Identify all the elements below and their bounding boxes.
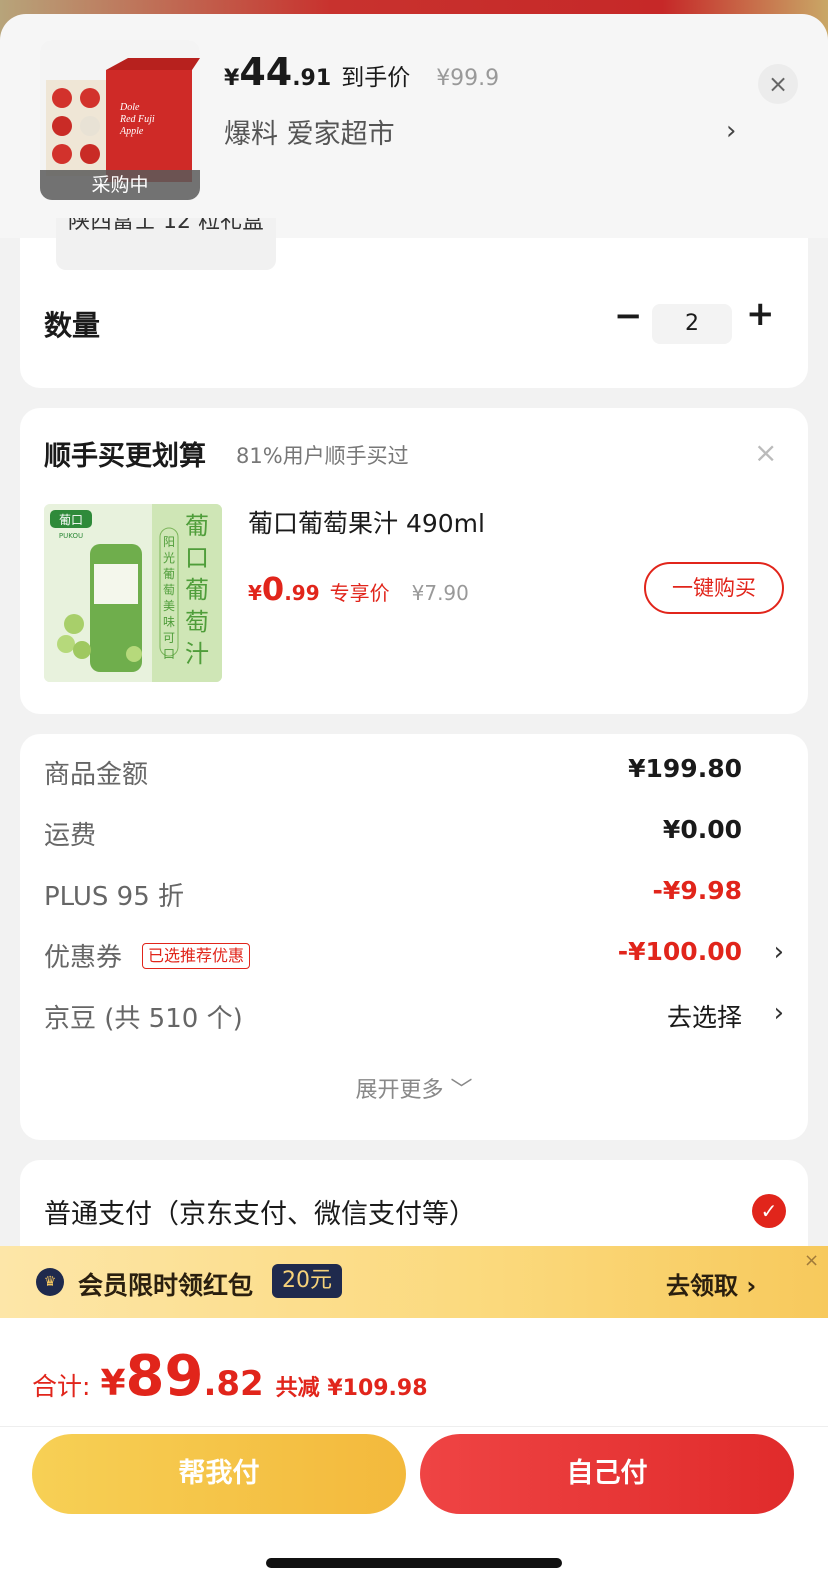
summary-label: 商品金额 — [44, 760, 149, 790]
member-banner-text: 会员限时领红包 — [78, 1271, 254, 1300]
summary-label: PLUS 95 折 — [44, 882, 185, 912]
purchasing-badge: 采购中 — [40, 170, 200, 200]
pay-myself-button[interactable]: 自己付 — [420, 1434, 794, 1514]
price-decimal: .91 — [292, 66, 332, 91]
claim-button[interactable]: 去领取 › — [666, 1266, 756, 1301]
expand-more-button[interactable]: 展开更多 ﹀ — [20, 1072, 808, 1104]
chevron-right-icon[interactable]: › — [726, 116, 736, 146]
close-button[interactable]: × — [758, 64, 798, 104]
addon-original-price: ¥7.90 — [411, 581, 469, 605]
summary-row-subtotal: 商品金额 ¥199.80 — [44, 754, 784, 794]
svg-text:萄: 萄 — [185, 608, 209, 636]
svg-text:Dole: Dole — [119, 102, 140, 113]
total-line: 合计: ¥ 89 .82 共减 ¥109.98 — [32, 1344, 428, 1409]
svg-text:Apple: Apple — [119, 126, 144, 137]
crown-icon: ♛ — [36, 1268, 64, 1296]
price-line: ¥ 44 .91 到手价 ¥99.9 — [224, 50, 499, 94]
checkout-bar: 合计: ¥ 89 .82 共减 ¥109.98 帮我付 自己付 — [0, 1318, 828, 1593]
help-me-pay-button[interactable]: 帮我付 — [32, 1434, 406, 1514]
summary-label: 京豆 (共 510 个) — [44, 1004, 243, 1034]
svg-text:光: 光 — [163, 551, 175, 565]
summary-row-plus-discount: PLUS 95 折 -¥9.98 — [44, 876, 784, 916]
summary-value: ¥0.00 — [662, 815, 742, 844]
order-summary-card: 商品金额 ¥199.80 运费 ¥0.00 PLUS 95 折 -¥9.98 优… — [20, 734, 808, 1140]
addon-card: 顺手买更划算 81%用户顺手买过 × 葡口 PUKOU 葡 口 葡 萄 汁 阳 … — [20, 408, 808, 714]
svg-text:萄: 萄 — [163, 583, 175, 597]
addon-price-decimal: .99 — [284, 581, 320, 605]
banner-close-icon[interactable]: × — [804, 1250, 819, 1271]
store-name[interactable]: 爆料 爱家超市 — [224, 112, 395, 151]
svg-text:阳: 阳 — [163, 535, 175, 549]
original-price: ¥99.9 — [436, 66, 500, 91]
one-click-buy-button[interactable]: 一键购买 — [644, 562, 784, 614]
total-label: 合计: — [32, 1372, 91, 1401]
member-banner[interactable]: ♛ 会员限时领红包 20元 去领取 › × — [0, 1246, 828, 1318]
variant-chip[interactable]: 陕西富士 12 粒礼盒 — [56, 218, 276, 270]
addon-image-brand-en-text: PUKOU — [59, 532, 83, 540]
addon-product-image[interactable]: 葡口 PUKOU 葡 口 葡 萄 汁 阳 光 葡 萄 美 味 可 口 — [44, 504, 222, 682]
svg-text:葡: 葡 — [185, 576, 209, 604]
red-packet-amount-badge: 20元 — [272, 1264, 342, 1298]
quantity-decrease-button[interactable]: − — [614, 296, 643, 336]
total-saved: 共减 ¥109.98 — [275, 1376, 428, 1401]
summary-label: 优惠券 — [44, 943, 123, 973]
chevron-right-icon[interactable]: › — [774, 998, 784, 1028]
addon-subtitle: 81%用户顺手买过 — [236, 444, 409, 468]
summary-value: -¥100.00 — [617, 937, 742, 966]
quantity-card: 陕西富士 12 粒礼盒 数量 − 2 + — [20, 218, 808, 388]
svg-text:可: 可 — [163, 631, 175, 645]
price-integer: 44 — [239, 50, 293, 94]
addon-product-name[interactable]: 葡口葡萄果汁 490ml — [248, 504, 485, 540]
svg-text:味: 味 — [163, 615, 175, 629]
addon-price-line: ¥ 0 .99 专享价 ¥7.90 — [248, 570, 469, 608]
chevron-right-icon[interactable]: › — [774, 937, 784, 967]
final-price-label: 到手价 — [341, 65, 411, 91]
quantity-label: 数量 — [44, 309, 101, 342]
total-integer: 89 — [125, 1344, 204, 1409]
divider — [0, 1426, 828, 1427]
addon-close-icon[interactable]: × — [754, 436, 777, 469]
coupon-tag: 已选推荐优惠 — [142, 943, 251, 969]
home-indicator[interactable] — [266, 1558, 562, 1568]
total-currency: ¥ — [100, 1363, 126, 1404]
addon-price-currency: ¥ — [248, 581, 262, 605]
summary-row-shipping: 运费 ¥0.00 — [44, 815, 784, 855]
addon-title: 顺手买更划算 — [44, 441, 206, 472]
summary-row-coupon[interactable]: 优惠券 已选推荐优惠 -¥100.00 › — [44, 937, 784, 977]
svg-text:口: 口 — [185, 544, 209, 572]
svg-text:口: 口 — [163, 647, 175, 661]
quantity-input[interactable]: 2 — [652, 304, 732, 344]
addon-price-label: 专享价 — [329, 581, 390, 605]
summary-value: ¥199.80 — [628, 754, 742, 783]
payment-method-label[interactable]: 普通支付（京东支付、微信支付等） — [44, 1192, 476, 1231]
svg-text:葡: 葡 — [163, 567, 175, 581]
summary-value[interactable]: 去选择 — [667, 998, 742, 1034]
price-currency: ¥ — [224, 66, 240, 91]
svg-text:Red Fuji: Red Fuji — [119, 114, 155, 125]
quantity-increase-button[interactable]: + — [746, 294, 775, 334]
check-icon[interactable]: ✓ — [752, 1194, 786, 1228]
addon-image-brand-text: 葡口 — [59, 513, 83, 527]
grape-juice-can-image: 葡口 PUKOU 葡 口 葡 萄 汁 阳 光 葡 萄 美 味 可 口 — [44, 504, 222, 682]
summary-label: 运费 — [44, 821, 97, 851]
summary-value: -¥9.98 — [652, 876, 742, 905]
svg-text:美: 美 — [163, 599, 175, 613]
svg-text:汁: 汁 — [185, 640, 209, 668]
addon-price-integer: 0 — [261, 570, 285, 608]
svg-text:葡: 葡 — [185, 512, 209, 540]
summary-row-jingdou[interactable]: 京豆 (共 510 个) 去选择 › — [44, 998, 784, 1038]
total-decimal: .82 — [203, 1364, 264, 1404]
